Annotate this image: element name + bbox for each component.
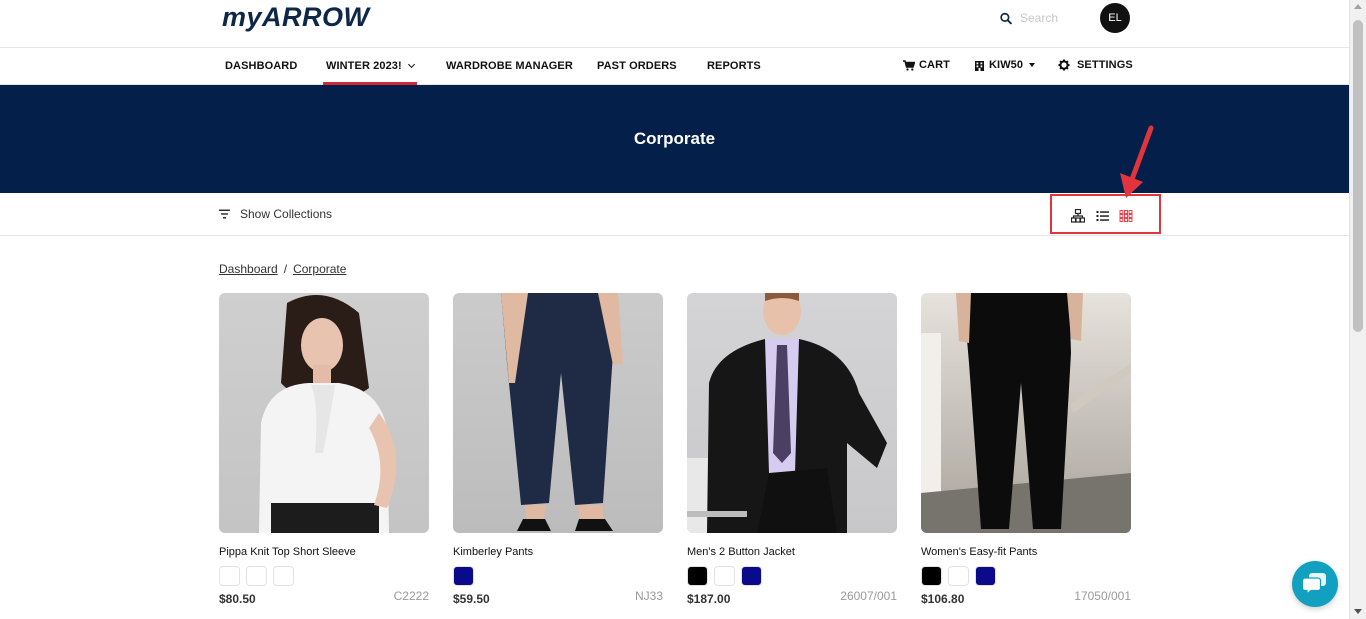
product-sku: NJ33 <box>634 589 663 603</box>
chat-bubble-icon <box>1303 573 1326 595</box>
filter-icon <box>219 209 230 219</box>
scrollbar-thumb[interactable] <box>1353 20 1363 332</box>
cart-icon <box>903 59 915 71</box>
top-bar: myARROW EL <box>0 0 1349 48</box>
collection-toolbar: Show Collections <box>0 193 1349 236</box>
vertical-scrollbar[interactable] <box>1349 0 1366 619</box>
main-nav: DASHBOARD WINTER 2023! WARDROBE MANAGER … <box>0 48 1349 85</box>
grouped-view-button[interactable] <box>1070 208 1086 223</box>
page: myARROW EL DASHBOARD WINTER 2023! WARDRO… <box>0 0 1349 619</box>
color-swatches <box>453 566 663 586</box>
product-price: $106.80 <box>921 592 965 606</box>
logo-brand: ARROW <box>262 2 370 32</box>
scroll-down-icon[interactable] <box>1354 609 1362 614</box>
color-swatches <box>219 566 429 586</box>
product-card[interactable]: Kimberley Pants $59.50 NJ33 <box>453 293 663 606</box>
nav-label: KIW50 <box>989 59 1024 71</box>
nav-reports[interactable]: REPORTS <box>707 60 761 72</box>
show-collections-label: Show Collections <box>240 207 333 221</box>
breadcrumb-dashboard-link[interactable]: Dashboard <box>219 262 278 276</box>
nav-cart[interactable]: CART <box>903 59 950 71</box>
product-image[interactable] <box>219 293 429 533</box>
nav-label: DASHBOARD <box>225 60 298 72</box>
color-swatch[interactable] <box>687 566 708 586</box>
product-image[interactable] <box>687 293 897 533</box>
search-input[interactable] <box>1020 11 1080 25</box>
annotation-arrow-icon <box>1120 125 1154 198</box>
nav-label: SETTINGS <box>1077 59 1133 71</box>
product-sku: 17050/001 <box>1074 589 1131 603</box>
color-swatch[interactable] <box>273 566 294 586</box>
nav-dashboard[interactable]: DASHBOARD <box>225 60 297 72</box>
product-card[interactable]: Men's 2 Button Jacket $187.00 26007/001 <box>687 293 897 606</box>
color-swatch[interactable] <box>246 566 267 586</box>
product-card[interactable]: Pippa Knit Top Short Sleeve $80.50 C2222 <box>219 293 429 606</box>
list-icon <box>1096 211 1109 221</box>
breadcrumb-corporate-link[interactable]: Corporate <box>293 262 346 276</box>
view-mode-switcher <box>1050 194 1161 234</box>
nav-label: WARDROBE MANAGER <box>446 60 573 72</box>
grid-view-button[interactable] <box>1119 209 1133 223</box>
product-name[interactable]: Kimberley Pants <box>453 546 663 558</box>
breadcrumb: Dashboard / Corporate <box>219 262 346 276</box>
search-icon[interactable] <box>1000 11 1012 26</box>
nav-label: WINTER 2023! <box>326 60 402 72</box>
list-view-button[interactable] <box>1096 209 1110 223</box>
product-name[interactable]: Women's Easy-fit Pants <box>921 546 1131 558</box>
color-swatch[interactable] <box>741 566 762 586</box>
nav-label: PAST ORDERS <box>597 60 677 72</box>
grid-icon <box>1119 210 1133 222</box>
logo-prefix: my <box>222 2 263 32</box>
nav-settings[interactable]: SETTINGS <box>1058 59 1133 71</box>
chat-button[interactable] <box>1292 561 1338 607</box>
product-image[interactable] <box>921 293 1131 533</box>
product-price: $80.50 <box>219 592 256 606</box>
nav-label: REPORTS <box>707 60 761 72</box>
caret-down-icon <box>1029 63 1036 67</box>
page-title: Corporate <box>633 129 716 148</box>
nav-past-orders[interactable]: PAST ORDERS <box>597 60 677 72</box>
product-image[interactable] <box>453 293 663 533</box>
color-swatch[interactable] <box>714 566 735 586</box>
product-sku: 26007/001 <box>840 589 897 603</box>
color-swatches <box>921 566 1131 586</box>
search-box[interactable] <box>1000 8 1080 28</box>
color-swatch[interactable] <box>921 566 942 586</box>
product-card[interactable]: Women's Easy-fit Pants $106.80 17050/001 <box>921 293 1131 606</box>
show-collections-button[interactable]: Show Collections <box>219 207 332 221</box>
sitemap-icon <box>1070 208 1086 223</box>
building-icon <box>975 60 984 71</box>
nav-account[interactable]: KIW50 <box>974 59 1036 71</box>
breadcrumb-separator: / <box>283 262 288 276</box>
nav-winter-2023[interactable]: WINTER 2023! <box>323 60 417 85</box>
color-swatch[interactable] <box>975 566 996 586</box>
logo[interactable]: myARROW <box>222 2 370 33</box>
nav-label: CART <box>919 59 950 71</box>
product-sku: C2222 <box>393 589 429 603</box>
gear-icon <box>1058 59 1070 71</box>
nav-wardrobe-manager[interactable]: WARDROBE MANAGER <box>446 60 573 72</box>
product-name[interactable]: Men's 2 Button Jacket <box>687 546 897 558</box>
scroll-up-icon[interactable] <box>1354 4 1362 9</box>
product-name[interactable]: Pippa Knit Top Short Sleeve <box>219 546 429 558</box>
color-swatch[interactable] <box>948 566 969 586</box>
chevron-down-icon <box>407 60 415 69</box>
avatar[interactable]: EL <box>1100 3 1130 33</box>
color-swatch[interactable] <box>219 566 240 586</box>
product-price: $59.50 <box>453 592 490 606</box>
color-swatches <box>687 566 897 586</box>
product-price: $187.00 <box>687 592 731 606</box>
color-swatch[interactable] <box>453 566 474 586</box>
